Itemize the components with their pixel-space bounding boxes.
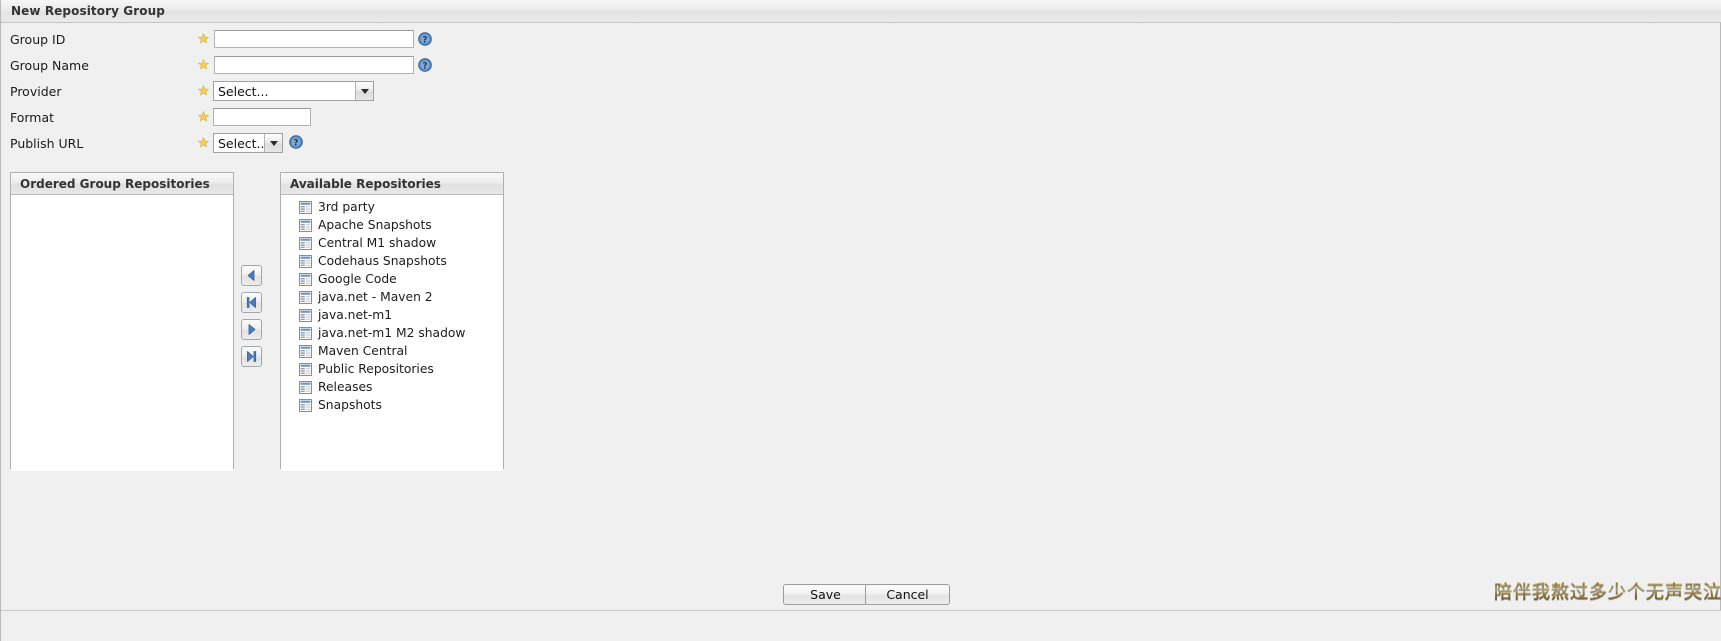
ordered-group-repositories-list[interactable] (11, 195, 233, 471)
svg-text:?: ? (294, 138, 299, 148)
list-item[interactable]: java.net-m1 (281, 306, 503, 324)
list-item[interactable]: Public Repositories (281, 360, 503, 378)
list-item-label: Releases (318, 380, 373, 394)
page-title: New Repository Group (11, 4, 165, 18)
list-item[interactable]: Google Code (281, 270, 503, 288)
list-item-label: java.net-m1 (318, 308, 393, 322)
list-item-label: Central M1 shadow (318, 236, 437, 250)
form-row-group-name: Group Name ? (1, 53, 561, 79)
provider-select[interactable]: Select... (213, 81, 374, 101)
label-group-name: Group Name (10, 58, 89, 73)
form-row-provider: Provider Select... (1, 79, 561, 105)
list-item[interactable]: 3rd party (281, 198, 503, 216)
required-star-icon (198, 137, 209, 148)
transfer-button-group (241, 265, 271, 370)
list-item[interactable]: Releases (281, 378, 503, 396)
repository-icon (299, 326, 312, 340)
move-right-all-button[interactable] (241, 346, 262, 367)
list-item-label: Apache Snapshots (318, 218, 432, 232)
list-item[interactable]: java.net-m1 M2 shadow (281, 324, 503, 342)
repository-icon (299, 218, 312, 232)
publish-url-select-value: Select... (218, 135, 264, 151)
repository-icon (299, 236, 312, 250)
window-title-bar: New Repository Group (1, 0, 1721, 23)
list-item-label: Snapshots (318, 398, 382, 412)
footer-bar: Save Cancel (1, 584, 1721, 641)
available-repositories-panel: Available Repositories 3rd party Apache S… (280, 172, 504, 471)
publish-url-select[interactable]: Select... (213, 133, 283, 153)
group-id-input[interactable] (214, 30, 414, 48)
chevron-down-icon[interactable] (355, 82, 373, 100)
help-icon[interactable]: ? (418, 58, 432, 72)
provider-select-value: Select... (218, 83, 269, 99)
list-item-label: Codehaus Snapshots (318, 254, 447, 268)
label-group-id: Group ID (10, 32, 66, 47)
form-row-publish-url: Publish URL Select... ? (1, 131, 561, 157)
list-item[interactable]: Central M1 shadow (281, 234, 503, 252)
list-item[interactable]: Snapshots (281, 396, 503, 414)
label-provider: Provider (10, 84, 62, 99)
format-input[interactable] (213, 108, 311, 126)
list-item-label: 3rd party (318, 200, 375, 214)
help-icon[interactable]: ? (289, 135, 303, 149)
move-left-all-button[interactable] (241, 292, 262, 313)
repository-icon (299, 308, 312, 322)
repository-icon (299, 200, 312, 214)
group-name-input[interactable] (214, 56, 414, 74)
list-item[interactable]: Apache Snapshots (281, 216, 503, 234)
ordered-group-repositories-panel: Ordered Group Repositories (10, 172, 234, 471)
list-item[interactable]: Codehaus Snapshots (281, 252, 503, 270)
move-right-selected-button[interactable] (241, 319, 262, 340)
arrow-left-all-icon (245, 296, 258, 309)
ordered-group-repositories-header: Ordered Group Repositories (11, 173, 233, 195)
available-repositories-title: Available Repositories (290, 176, 441, 191)
list-item-label: java.net-m1 M2 shadow (318, 326, 466, 340)
available-repositories-list[interactable]: 3rd party Apache Snapshots Central M1 shad… (281, 195, 503, 471)
repository-group-form: Group ID ? Group Name ? Provider Select.… (1, 24, 1721, 153)
arrow-right-all-icon (245, 350, 258, 363)
required-star-icon (198, 33, 209, 44)
ordered-group-repositories-title: Ordered Group Repositories (20, 176, 210, 191)
required-star-icon (198, 59, 209, 70)
save-button[interactable]: Save (783, 584, 868, 605)
list-item[interactable]: Maven Central (281, 342, 503, 360)
list-item-label: Google Code (318, 272, 397, 286)
arrow-right-icon (245, 323, 258, 336)
required-star-icon (198, 111, 209, 122)
repository-icon (299, 362, 312, 376)
new-repository-group-window: New Repository Group Group ID ? Group Na… (0, 0, 1721, 641)
list-item-label: Public Repositories (318, 362, 434, 376)
repository-icon (299, 398, 312, 412)
move-left-selected-button[interactable] (241, 265, 262, 286)
chevron-down-icon[interactable] (264, 134, 282, 152)
repository-icon (299, 344, 312, 358)
cancel-button[interactable]: Cancel (865, 584, 950, 605)
list-item-label: Maven Central (318, 344, 408, 358)
form-row-format: Format (1, 105, 561, 131)
form-row-group-id: Group ID ? (1, 27, 561, 53)
svg-text:?: ? (423, 35, 428, 45)
label-publish-url: Publish URL (10, 136, 84, 151)
label-format: Format (10, 110, 55, 125)
repository-icon (299, 380, 312, 394)
available-repositories-header: Available Repositories (281, 173, 503, 195)
list-item[interactable]: java.net - Maven 2 (281, 288, 503, 306)
list-item-label: java.net - Maven 2 (318, 290, 433, 304)
repository-icon (299, 272, 312, 286)
repository-icon (299, 290, 312, 304)
help-icon[interactable]: ? (418, 32, 432, 46)
repository-icon (299, 254, 312, 268)
svg-text:?: ? (423, 61, 428, 71)
watermark-text: 陪伴我熬过多少个无声哭泣 (1494, 578, 1721, 604)
arrow-left-icon (245, 269, 258, 282)
required-star-icon (198, 85, 209, 96)
